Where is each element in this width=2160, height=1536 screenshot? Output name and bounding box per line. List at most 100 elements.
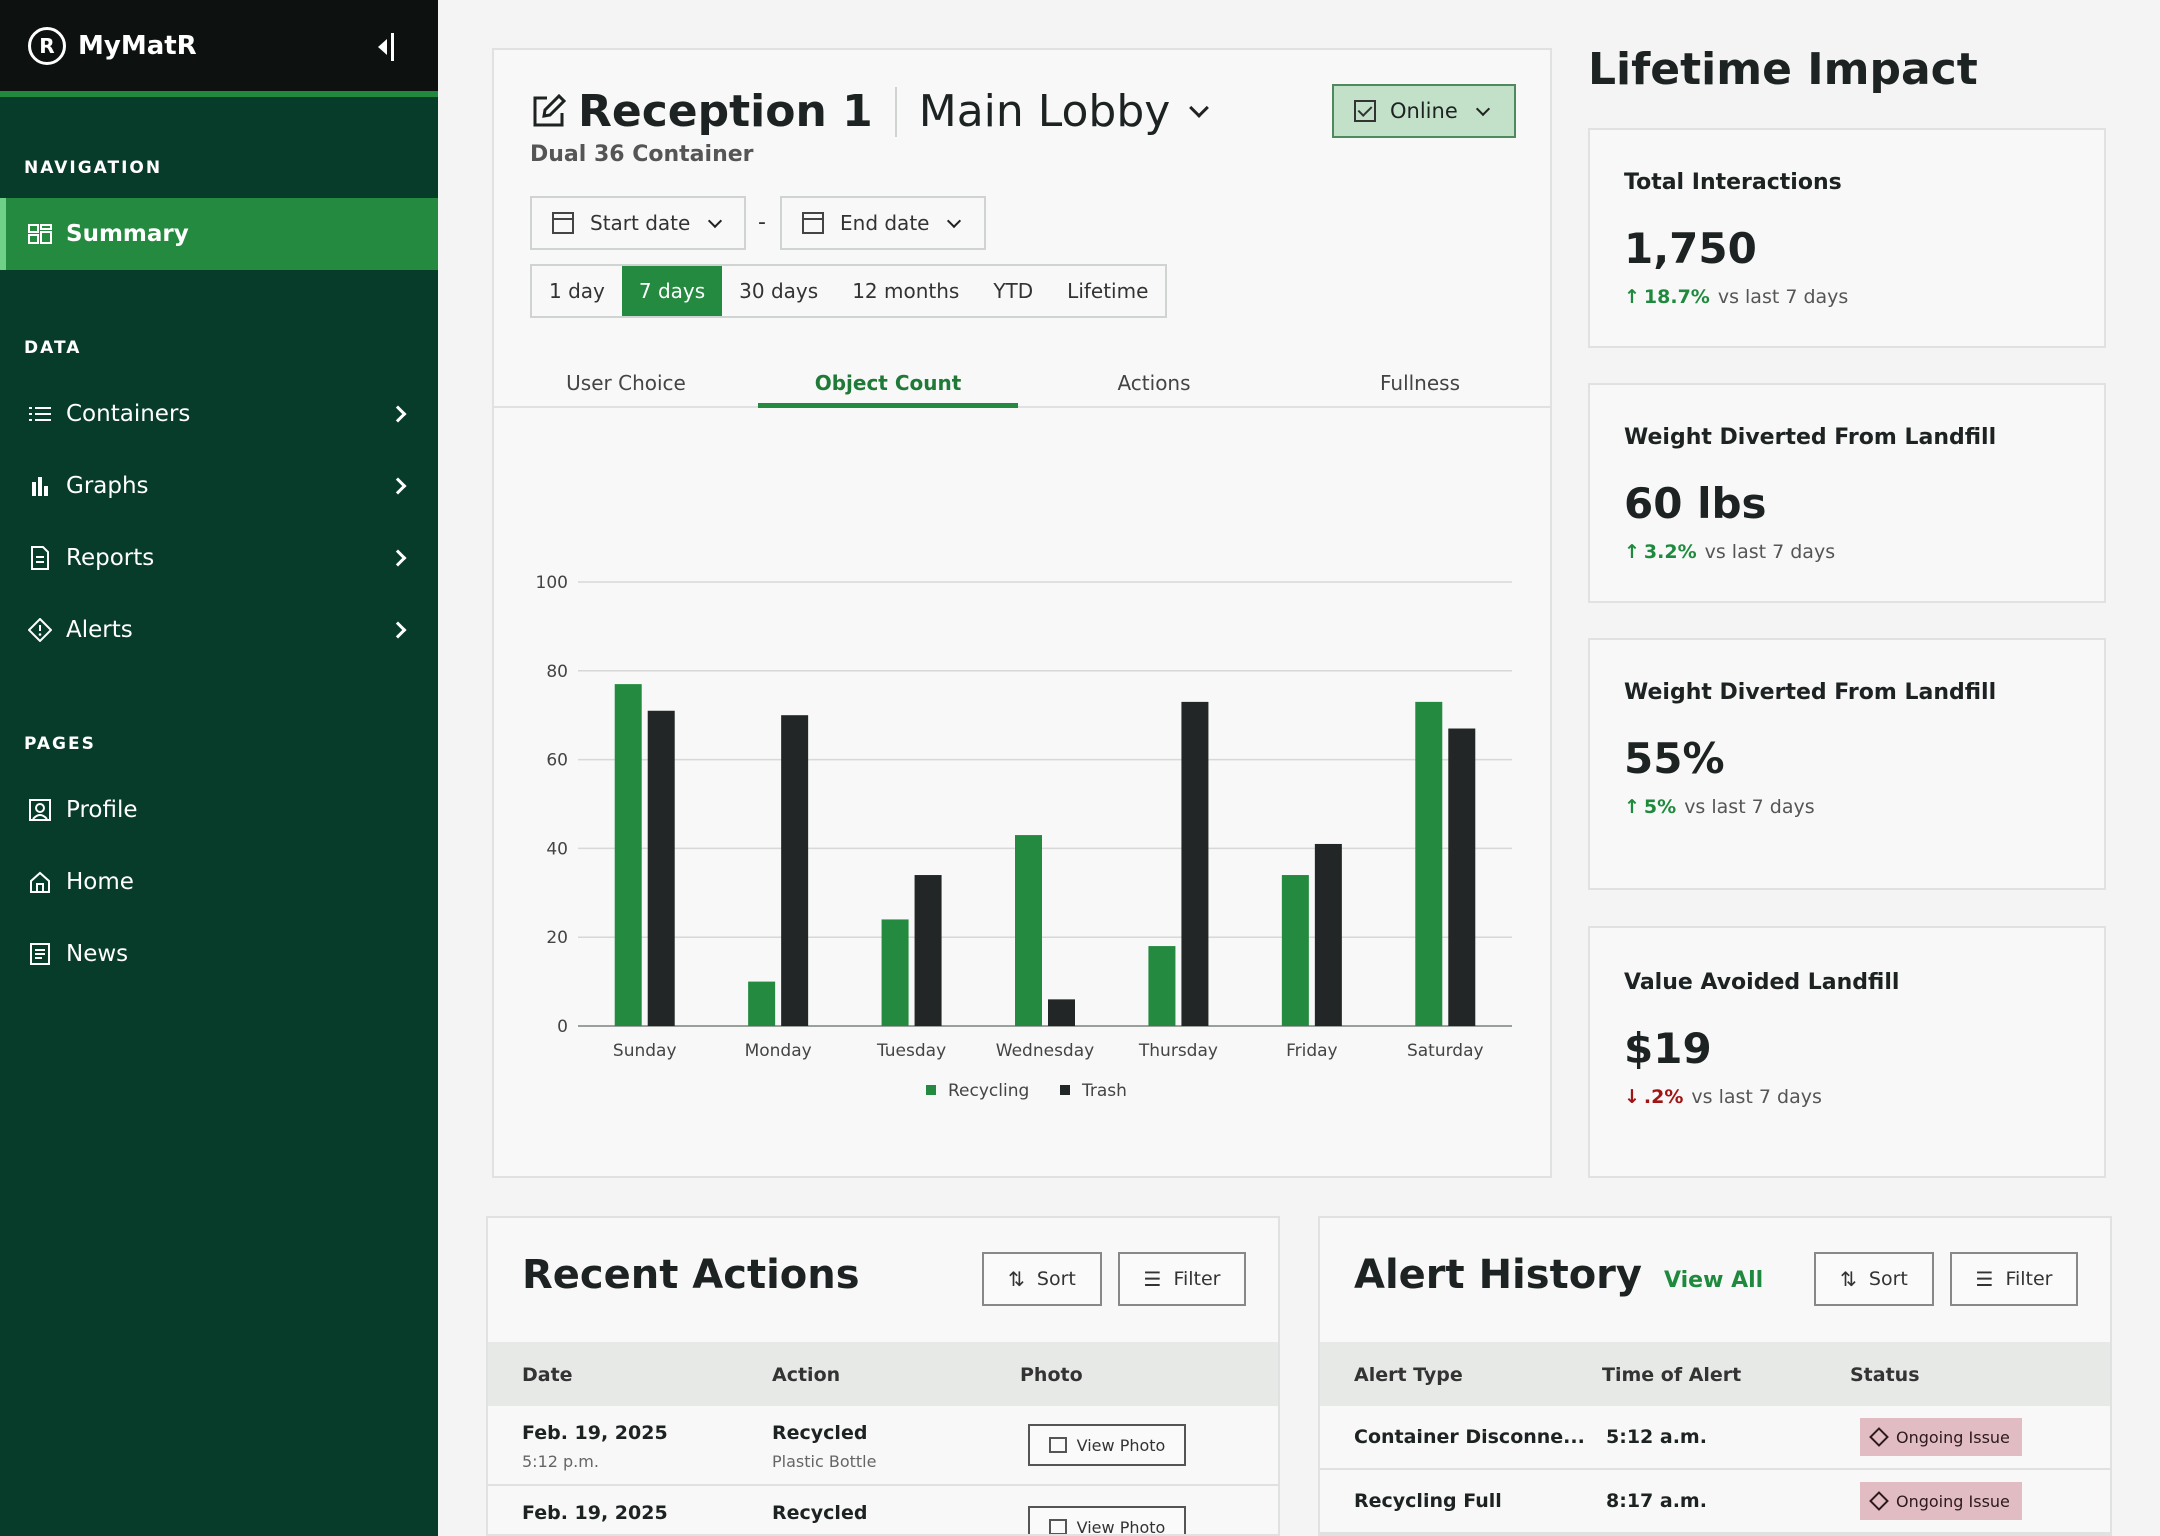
table-row[interactable]: Container Disconne... 5:12 a.m. Ongoing … [1320,1406,2110,1470]
edit-icon[interactable] [532,93,568,130]
delta-value: 5% [1643,796,1677,818]
filter-button[interactable]: ☰ Filter [1950,1252,2078,1306]
delta-compare: vs last 7 days [1691,1086,1822,1108]
bar-trash [1048,999,1075,1026]
column-header[interactable]: Time of Alert [1602,1364,1741,1386]
column-header[interactable]: Photo [1020,1364,1083,1386]
sort-button[interactable]: ⇅ Sort [1814,1252,1934,1306]
view-all-link[interactable]: View All [1664,1268,1763,1293]
sidebar-item-home[interactable]: Home [0,846,438,918]
sidebar-item-graphs[interactable]: Graphs [0,450,438,522]
kpi-value: $19 [1624,1024,1712,1073]
bar-recycling [1148,946,1176,1026]
tab-fullness[interactable]: Fullness [1290,368,1550,408]
home-icon [28,870,52,894]
delta-value: 3.2% [1643,541,1697,563]
bar-recycling [1415,701,1443,1026]
legend-swatch [926,1085,936,1095]
chevron-down-icon [708,213,723,228]
kpi-value: 60 lbs [1624,479,1767,528]
range-1-day[interactable]: 1 day [532,266,622,316]
tab-object-count[interactable]: Object Count [758,368,1018,408]
column-header[interactable]: Alert Type [1354,1364,1463,1386]
view-photo-button[interactable]: View Photo [1028,1506,1186,1534]
start-date-label: Start date [590,211,691,235]
column-header[interactable]: Status [1850,1364,1920,1386]
sidebar-item-news[interactable]: News [0,918,438,990]
status-badge: Ongoing Issue [1860,1418,2022,1456]
view-photo-button[interactable]: View Photo [1028,1424,1186,1466]
arrow-down-icon: ↓ [1624,1086,1640,1108]
alert-type: Recycling Full [1354,1490,1502,1512]
bar-trash [647,710,675,1026]
bar-recycling [881,919,909,1026]
y-tick-label: 80 [546,662,568,682]
bar-trash [1181,701,1209,1026]
sidebar-item-alerts[interactable]: Alerts [0,594,438,666]
status-dropdown[interactable]: Online [1332,84,1516,138]
range-ytd[interactable]: YTD [976,266,1050,316]
sidebar-item-reports[interactable]: Reports [0,522,438,594]
tab-actions[interactable]: Actions [1024,368,1284,408]
kpi-value: 55% [1624,734,1725,783]
sidebar-item-profile[interactable]: Profile [0,774,438,846]
dashboard-icon [28,222,52,246]
kpi-label: Weight Diverted From Landfill [1624,425,1997,450]
y-tick-label: 40 [546,839,568,859]
location-selector[interactable]: Main Lobby [919,86,1171,137]
brand-name[interactable]: MyMatR [78,31,197,61]
x-tick-label: Thursday [1138,1041,1218,1061]
status-label: Ongoing Issue [1896,1427,2010,1447]
tab-user-choice[interactable]: User Choice [496,368,756,408]
range-30-days[interactable]: 30 days [722,266,835,316]
end-date-picker[interactable]: End date [780,196,986,250]
section-label-navigation: NAVIGATION [24,158,163,178]
column-header[interactable]: Action [772,1364,840,1386]
action-date: Feb. 19, 2025 [522,1422,668,1444]
section-label-pages: PAGES [24,734,96,754]
section-label-data: DATA [24,338,82,358]
sidebar-item-summary[interactable]: Summary [0,198,438,270]
collapse-sidebar-icon[interactable] [378,32,398,62]
page-title: Reception 1 [578,86,873,137]
recent-actions-panel: Recent Actions ⇅ Sort ☰ Filter Date Acti… [486,1216,1280,1536]
bar-trash [914,875,942,1026]
diamond-alert-icon [28,618,52,642]
title-row: Reception 1 Main Lobby [532,86,1210,137]
status-label: Ongoing Issue [1896,1491,2010,1511]
table-row: Feb. 19, 2025 Recycled View Photo [488,1488,1278,1534]
alert-type: Container Disconne... [1354,1426,1585,1448]
range-lifetime[interactable]: Lifetime [1050,266,1165,316]
column-header[interactable]: Date [522,1364,573,1386]
profile-icon [28,798,52,822]
arrow-up-icon: ↑ [1624,796,1640,818]
chevron-down-icon [1475,101,1490,116]
y-tick-label: 0 [557,1017,568,1037]
sort-button[interactable]: ⇅ Sort [982,1252,1102,1306]
sidebar-item-label: Summary [66,221,189,247]
table-row[interactable]: Recycling Full 8:17 a.m. Ongoing Issue [1320,1470,2110,1534]
range-12-months[interactable]: 12 months [835,266,976,316]
kpi-label: Total Interactions [1624,170,1842,195]
sidebar-item-label: News [66,941,129,967]
title-divider [894,86,897,137]
x-tick-label: Monday [745,1041,812,1061]
sidebar-item-label: Alerts [66,617,133,643]
start-date-picker[interactable]: Start date [530,196,746,250]
bar-chart-icon [28,474,52,498]
end-date-label: End date [840,211,930,235]
range-7-days[interactable]: 7 days [621,266,723,316]
sidebar-item-containers[interactable]: Containers [0,378,438,450]
x-tick-label: Friday [1286,1041,1338,1061]
delta-compare: vs last 7 days [1704,541,1836,563]
brand-logo[interactable]: R [28,26,66,65]
kpi-delta: ↓ .2% vs last 7 days [1624,1086,1822,1108]
sidebar: R MyMatR NAVIGATION Summary DATA Contain… [0,0,438,1536]
y-tick-label: 60 [546,751,568,771]
chevron-right-icon [389,621,407,639]
chevron-down-icon[interactable] [1189,97,1210,118]
filter-button[interactable]: ☰ Filter [1118,1252,1246,1306]
arrow-up-icon: ↑ [1624,541,1640,563]
calendar-icon [802,212,824,234]
legend-label: Trash [1081,1081,1127,1101]
